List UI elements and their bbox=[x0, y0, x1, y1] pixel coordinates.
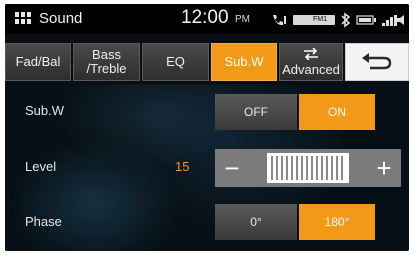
tab-advanced-label: Advanced bbox=[282, 61, 340, 77]
battery-icon bbox=[356, 14, 378, 29]
tab-bar: Fad/Bal Bass /Treble EQ Sub.W Advanced bbox=[5, 43, 409, 81]
level-track[interactable] bbox=[267, 153, 349, 183]
level-label: Level bbox=[25, 159, 57, 174]
app-title: Sound bbox=[39, 10, 83, 27]
volume-icon bbox=[396, 13, 408, 30]
level-minus-button[interactable]: − bbox=[215, 149, 249, 187]
subw-on-button[interactable]: ON bbox=[299, 94, 375, 130]
menu-grid-icon[interactable] bbox=[15, 12, 31, 26]
fm-badge-icon: FM1 bbox=[293, 15, 335, 25]
subw-label: Sub.W bbox=[25, 103, 65, 118]
tab-eq[interactable]: EQ bbox=[142, 43, 209, 81]
tab-fad-bal[interactable]: Fad/Bal bbox=[5, 43, 71, 81]
tab-bass-treble[interactable]: Bass /Treble bbox=[73, 43, 140, 81]
bluetooth-icon bbox=[339, 12, 353, 31]
phase-180-button[interactable]: 180° bbox=[299, 204, 375, 240]
tab-advanced[interactable]: Advanced bbox=[279, 43, 343, 81]
back-arrow-icon bbox=[360, 50, 394, 75]
back-button[interactable] bbox=[345, 43, 409, 81]
phone-icon bbox=[270, 13, 288, 30]
tab-subw[interactable]: Sub.W bbox=[211, 43, 277, 81]
swap-arrows-icon bbox=[303, 46, 319, 63]
level-value: 15 bbox=[175, 159, 190, 174]
clock-ampm: PM bbox=[235, 14, 250, 25]
subw-off-button[interactable]: OFF bbox=[215, 94, 297, 130]
phase-label: Phase bbox=[25, 214, 62, 229]
screen: Sound 12:00 PM FM1 Fad/Bal Bass /Treble … bbox=[5, 4, 409, 251]
tab-bass-treble-label: Bass /Treble bbox=[86, 47, 127, 76]
level-slider[interactable]: − + bbox=[215, 149, 401, 187]
level-plus-button[interactable]: + bbox=[367, 149, 401, 187]
clock-time: 12:00 bbox=[181, 7, 229, 28]
fm-badge-label: FM1 bbox=[313, 16, 327, 23]
status-bar: Sound 12:00 PM FM1 bbox=[5, 4, 409, 34]
phase-0-button[interactable]: 0° bbox=[215, 204, 297, 240]
